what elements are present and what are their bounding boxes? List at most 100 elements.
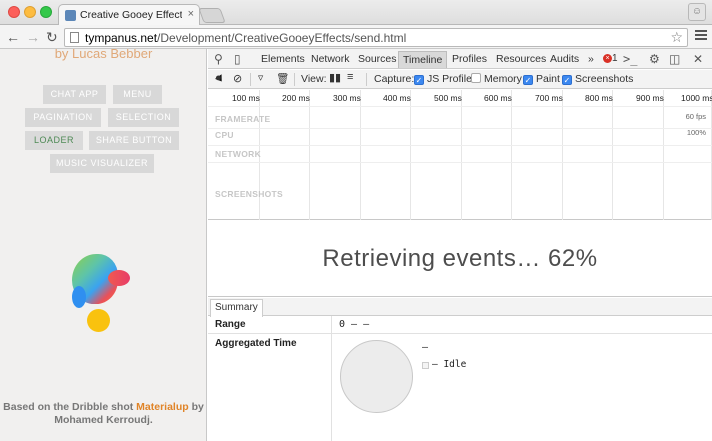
network-label: NETWORK [215,149,262,159]
credit-prefix: Based on the Dribble shot [3,401,137,413]
hamburger-icon [695,30,707,32]
screenshots-label: SCREENSHOTS [215,189,284,199]
ruler-tick: 900 ms [636,93,664,103]
inspect-icon[interactable]: ⚲ [214,52,223,66]
reload-icon: ↻ [46,29,58,45]
tab-network[interactable]: Network [311,53,350,65]
minimize-window-button[interactable] [24,6,36,18]
ruler-tick: 400 ms [383,93,411,103]
range-key: Range [215,319,246,330]
record-button[interactable]: ● [215,72,222,84]
chat-app-button[interactable]: CHAT APP [43,85,106,104]
retrieving-events-text: Retrieving events… 62% [322,245,598,272]
aggregated-time-key: Aggregated Time [215,338,297,349]
close-devtools-icon[interactable]: ✕ [693,52,703,66]
settings-gear-icon[interactable]: ⚙ [649,52,660,66]
timeline-overview[interactable]: 100 ms 200 ms 300 ms 400 ms 500 ms 600 m… [208,90,712,220]
browser-toolbar: ← → ↻ tympanus.net/Development/CreativeG… [0,25,712,49]
loader-button[interactable]: LOADER [25,131,83,150]
ruler-tick: 700 ms [535,93,563,103]
url-path: /Development/CreativeGooeyEffects/send.h… [157,31,407,45]
credit-suffix: by [188,401,204,413]
idle-legend-swatch [422,362,429,369]
arrow-right-icon: → [26,29,40,45]
details-tab-bar: Summary [208,298,712,317]
error-count: 1 [612,53,618,64]
share-button-button[interactable]: SHARE BUTTON [89,131,179,150]
gooey-loader-graphic [60,254,140,339]
details-pane: Summary Range 0 – – Aggregated Time – – … [208,298,712,441]
arrow-left-icon: ← [6,29,20,45]
devtools-panel: ⚲ ▯ Elements Network Sources Timeline Pr… [208,49,712,441]
flame-chart-view-icon[interactable]: ≡ [347,71,353,83]
chrome-menu-button[interactable] [695,30,707,42]
js-profile-checkbox[interactable]: ✓ JS Profile [414,73,472,85]
pagination-button[interactable]: PAGINATION [25,108,101,127]
tab-profiles[interactable]: Profiles [452,53,487,65]
more-tabs-button[interactable]: » [588,53,594,65]
range-value: 0 – – [339,319,370,330]
tab-timeline[interactable]: Timeline [398,51,448,68]
error-count-badge[interactable]: × 1 [603,53,618,64]
tab-close-icon[interactable]: × [188,8,194,20]
capture-label: Capture: [374,73,415,85]
check-icon: ✓ [414,75,424,85]
ruler-tick: 500 ms [434,93,462,103]
url-text[interactable]: tympanus.net/Development/CreativeGooeyEf… [85,31,406,45]
bookmark-star-icon[interactable]: ☆ [670,29,683,46]
credit-author: Mohamed Kerroudj. [54,414,153,426]
profile-button[interactable]: ☺ [688,3,706,21]
ruler-tick: 200 ms [282,93,310,103]
ruler-tick: 1000 ms [681,93,712,103]
fps-label: 60 fps [685,112,706,121]
check-icon: ✓ [523,75,533,85]
tab-title: Creative Gooey Effects: Lo [80,9,182,21]
check-icon: ✓ [562,75,572,85]
idle-legend-label: – Idle [432,359,467,370]
page-icon [70,32,79,43]
tab-elements[interactable]: Elements [261,53,305,65]
music-visualizer-button[interactable]: MUSIC VISUALIZER [50,154,154,173]
ruler-tick: 100 ms [232,93,260,103]
user-icon: ☺ [691,6,703,17]
ruler-tick: 600 ms [484,93,512,103]
console-drawer-icon[interactable]: >_ [623,52,637,66]
credit-text: Based on the Dribble shot Materialup by … [0,401,206,427]
menu-button[interactable]: MENU [113,85,162,104]
selection-button[interactable]: SELECTION [108,108,179,127]
memory-checkbox[interactable]: Memory [471,73,522,85]
cpu-label: CPU [215,130,234,140]
paint-checkbox[interactable]: ✓ Paint [523,73,560,85]
framerate-label: FRAMERATE [215,114,271,124]
tab-sources[interactable]: Sources [358,53,397,65]
cpu-percent-label: 100% [686,128,706,137]
screenshots-checkbox[interactable]: ✓ Screenshots [562,73,633,85]
range-row: Range 0 – – [208,316,712,334]
bar-chart-view-icon[interactable]: ▮▮ [329,71,341,84]
timeline-toolbar: ● ⊘ ▿ 🗑 View: ▮▮ ≡ Capture: ✓ JS Profile … [208,70,712,89]
clear-icon[interactable]: ⊘ [233,72,242,85]
tab-resources[interactable]: Resources [496,53,546,65]
pie-total: – [422,342,429,353]
maximize-window-button[interactable] [40,6,52,18]
close-window-button[interactable] [8,6,20,18]
tab-audits[interactable]: Audits [550,53,579,65]
address-bar[interactable]: tympanus.net/Development/CreativeGooeyEf… [64,28,688,47]
dock-side-icon[interactable]: ◫ [669,52,680,66]
forward-button[interactable]: → [26,29,40,45]
materialup-link[interactable]: Materialup [136,401,189,413]
new-tab-button[interactable] [198,8,226,23]
device-mode-icon[interactable]: ▯ [234,52,241,66]
ruler-tick: 300 ms [333,93,361,103]
browser-tab[interactable]: Creative Gooey Effects: Lo × [58,4,200,26]
error-icon: × [603,54,612,63]
tab-summary[interactable]: Summary [210,299,263,317]
back-button[interactable]: ← [6,29,20,45]
trash-icon[interactable]: 🗑 [276,72,289,85]
filter-icon[interactable]: ▿ [258,72,263,84]
browser-tab-bar: Creative Gooey Effects: Lo × ☺ [0,0,712,26]
aggregated-time-pie-chart [340,340,413,413]
ruler-tick: 800 ms [585,93,613,103]
byline: by Lucas Bebber [54,49,153,61]
reload-button[interactable]: ↻ [46,29,58,45]
